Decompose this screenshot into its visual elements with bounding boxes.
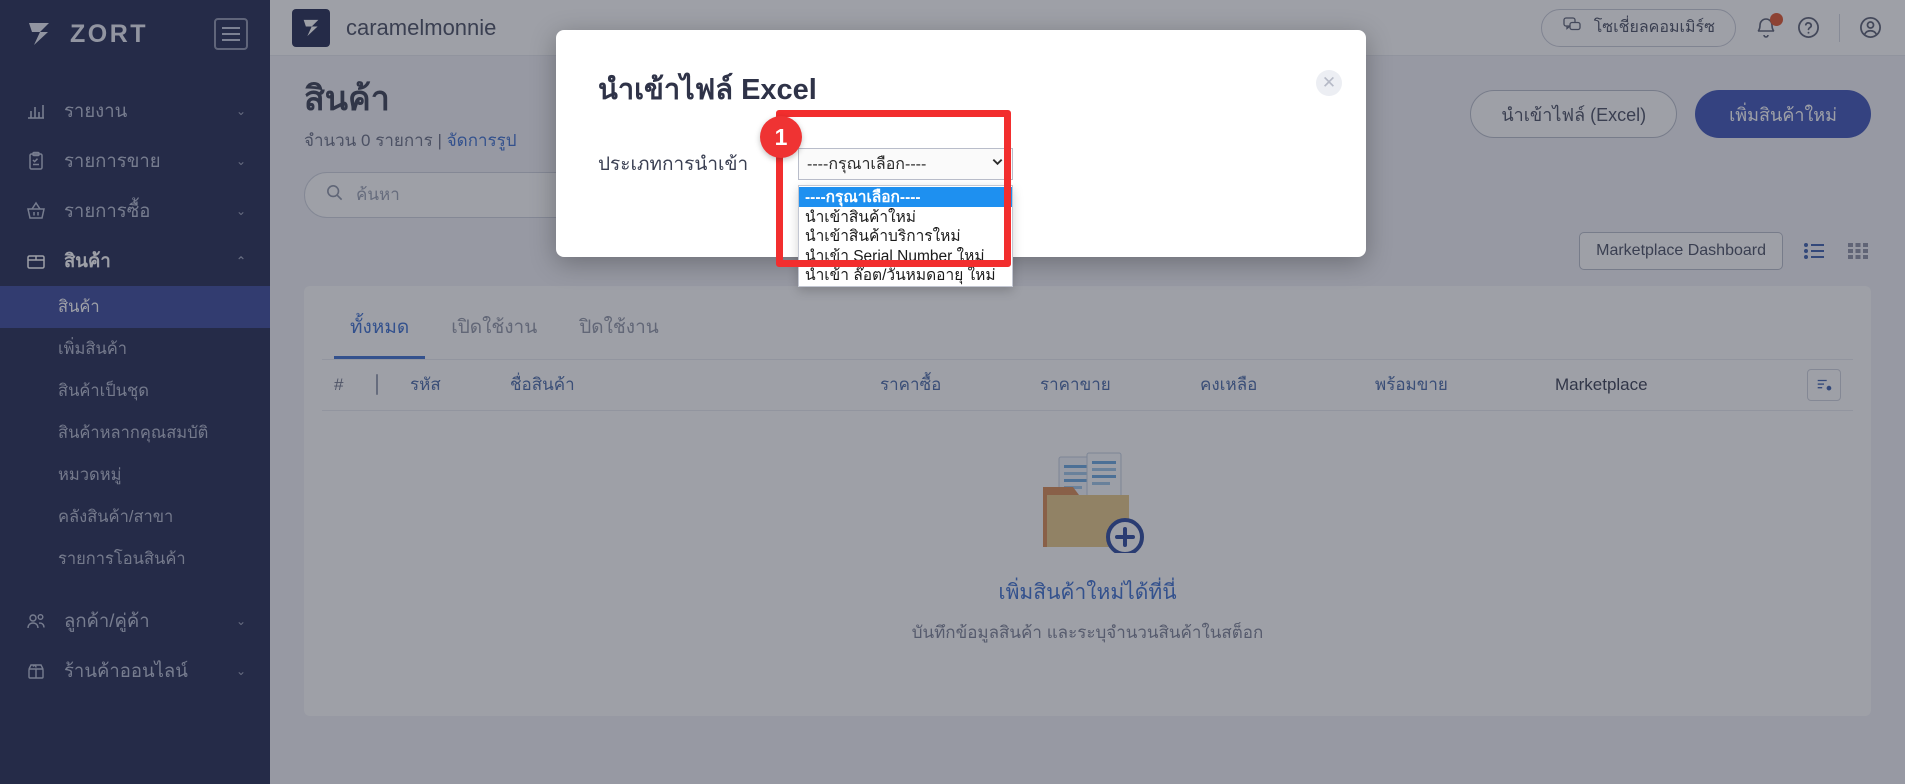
- annotation-step-number: 1: [760, 116, 802, 158]
- modal-title: นำเข้าไฟล์ Excel: [598, 74, 817, 106]
- import-type-row: ประเภทการนำเข้า ----กรุณาเลือก---- ----ก…: [556, 112, 1366, 287]
- import-type-selected-value: ----กรุณาเลือก----: [807, 155, 927, 173]
- chevron-down-icon: [991, 155, 1004, 173]
- option-import-new-lot-expiry[interactable]: นำเข้า ล๊อต/วันหมดอายุ ใหม่: [799, 265, 1012, 285]
- import-type-options-list[interactable]: ----กรุณาเลือก---- นำเข้าสินค้าใหม่ นำเข…: [798, 185, 1013, 287]
- import-type-select-wrap: ----กรุณาเลือก---- ----กรุณาเลือก---- นำ…: [798, 148, 1013, 287]
- app-root: ZORT รายงาน ⌄ รายการขาย ⌄ รายการซื้อ ⌄ ส…: [0, 0, 1905, 784]
- import-type-select[interactable]: ----กรุณาเลือก----: [798, 148, 1013, 180]
- close-icon[interactable]: ✕: [1316, 70, 1342, 96]
- import-excel-modal: นำเข้าไฟล์ Excel ✕ ประเภทการนำเข้า ----ก…: [556, 30, 1366, 287]
